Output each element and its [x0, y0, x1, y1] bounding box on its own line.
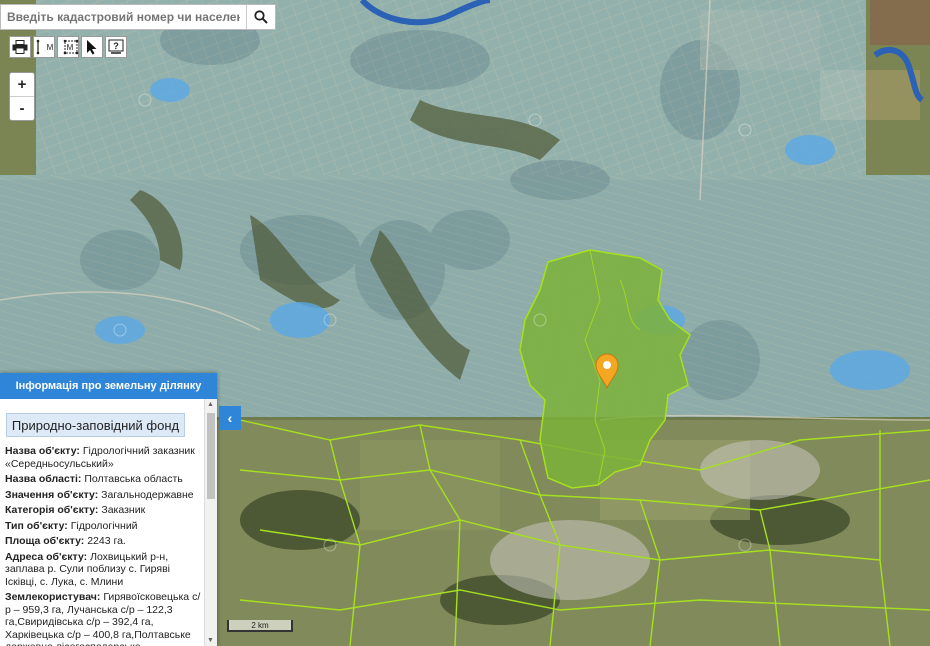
- collapse-panel-button[interactable]: ‹: [219, 406, 241, 430]
- search-bar: [0, 4, 276, 30]
- parcel-info-panel: Інформація про земельну ділянку Природно…: [0, 373, 217, 646]
- print-button[interactable]: [9, 36, 31, 58]
- search-input[interactable]: [1, 6, 246, 28]
- printer-icon: [12, 40, 28, 54]
- info-row: Назва об'єкту: Гідрологічний заказник «С…: [5, 445, 195, 470]
- scale-label: 2 km: [251, 620, 269, 630]
- pointer-button[interactable]: [81, 36, 103, 58]
- scroll-up-icon[interactable]: ▲: [207, 401, 214, 408]
- chevron-left-icon: ‹: [227, 410, 233, 426]
- zoom-in-button[interactable]: +: [10, 73, 34, 96]
- measure-area-button[interactable]: M: [57, 36, 79, 58]
- info-row: Тип об'єкту: Гідрологічний: [5, 519, 138, 532]
- info-row: Адреса об'єкту: Лохвицький р-н, заплава …: [5, 550, 170, 588]
- info-row: Значення об'єкту: Загальнодержавне: [5, 488, 194, 501]
- panel-body: Природно-заповідний фонд Назва об'єкту: …: [0, 399, 205, 646]
- info-row: Категорія об'єкту: Заказник: [5, 504, 146, 516]
- scroll-down-icon[interactable]: ▼: [207, 637, 214, 644]
- info-row: Назва області: Полтавська область: [5, 473, 183, 485]
- measure-distance-letter: M: [46, 42, 54, 52]
- info-rows: Назва об'єкту: Гідрологічний заказник «С…: [0, 441, 205, 646]
- map-toolbar: M M ?: [9, 36, 127, 58]
- search-icon: [254, 10, 268, 24]
- panel-scrollbar[interactable]: ▲ ▼: [204, 399, 217, 646]
- help-button[interactable]: ?: [105, 36, 127, 58]
- scroll-thumb[interactable]: [207, 413, 215, 499]
- zoom-out-button[interactable]: -: [10, 96, 34, 120]
- info-row: Площа об'єкту: 2243 га.: [5, 535, 126, 547]
- search-button[interactable]: [246, 5, 275, 29]
- section-title: Природно-заповідний фонд: [6, 413, 185, 437]
- info-row: Землекористувач: Гирявоїсковецька с/р – …: [5, 591, 201, 646]
- measure-area-letter: M: [66, 42, 74, 52]
- pointer-icon: [87, 40, 97, 55]
- measure-distance-button[interactable]: M: [33, 36, 55, 58]
- map-scale: 2 km: [227, 620, 293, 632]
- panel-title: Інформація про земельну ділянку: [0, 373, 217, 399]
- zoom-control: + -: [9, 72, 35, 121]
- help-glyph: ?: [113, 40, 119, 51]
